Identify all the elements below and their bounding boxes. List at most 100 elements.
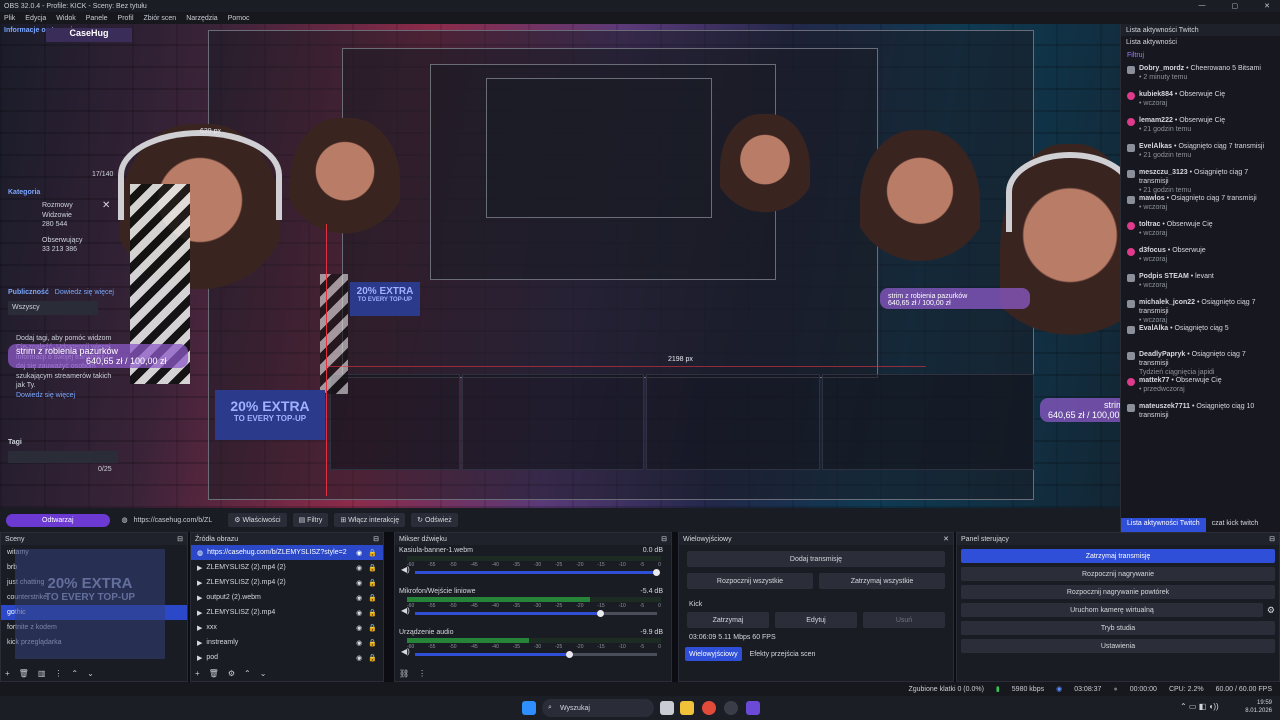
menu-docks[interactable]: Panele xyxy=(86,15,108,22)
dock-menu-icon[interactable]: ⊟ xyxy=(661,535,667,543)
gear-icon[interactable]: ⚙ xyxy=(1267,605,1275,616)
folder-icon[interactable] xyxy=(680,701,694,715)
lock-icon[interactable]: 🔒 xyxy=(368,654,377,662)
add-icon[interactable]: + xyxy=(195,669,200,678)
source-item[interactable]: ◍ https://casehug.com/b/ZLEMYSLISZ?style=… xyxy=(191,545,383,560)
lock-icon[interactable]: 🔒 xyxy=(368,639,377,647)
eye-icon[interactable]: ◉ xyxy=(356,624,362,632)
source-item[interactable]: ▶ instreamly ◉ 🔒 xyxy=(191,635,383,650)
eye-icon[interactable]: ◉ xyxy=(356,609,362,617)
menu-scene-collection[interactable]: Zbiór scen xyxy=(144,15,177,22)
task-view-icon[interactable] xyxy=(660,701,674,715)
activity-item[interactable]: Dobry_mordz • Cheerowano 5 Bitsami • 2 mi… xyxy=(1121,62,1280,88)
virtual-camera-button[interactable]: Uruchom kamerę wirtualną xyxy=(961,603,1263,617)
minimize-icon[interactable]: — xyxy=(1199,2,1206,10)
settings-button[interactable]: Ustawienia xyxy=(961,639,1275,653)
dock-menu-icon[interactable]: ⊟ xyxy=(177,535,183,543)
more-icon[interactable]: ⋮ xyxy=(54,669,62,678)
activity-item[interactable]: DeadlyPapryk • Osiągnięto ciąg 7 transmi… xyxy=(1121,348,1280,376)
lock-icon[interactable]: 🔒 xyxy=(368,624,377,632)
activity-item[interactable]: mattek77 • Obserwuje Cię • przedwczoraj xyxy=(1121,374,1280,400)
link-icon[interactable]: ⛓ xyxy=(399,669,409,678)
remove-button[interactable]: Usuń xyxy=(863,612,945,628)
eye-icon[interactable]: ◉ xyxy=(356,564,362,572)
source-item[interactable]: ▶ ZLEMYSLISZ (2).mp4 (2) ◉ 🔒 xyxy=(191,560,383,575)
menu-file[interactable]: Plik xyxy=(4,15,15,22)
properties-button[interactable]: ⚙ Właściwości xyxy=(228,513,287,527)
dock-menu-icon[interactable]: ⊟ xyxy=(1269,535,1275,543)
source-item[interactable]: ▶ ZLEMYSLISZ (2).mp4 (2) ◉ 🔒 xyxy=(191,575,383,590)
close-icon[interactable]: ✕ xyxy=(1264,2,1270,10)
source-item[interactable]: ▶ ZLEMYSLISZ (2).mp4 ◉ 🔒 xyxy=(191,605,383,620)
filters-button[interactable]: ▤ Filtry xyxy=(292,513,329,527)
add-icon[interactable]: + xyxy=(5,669,10,678)
preview-canvas[interactable]: 2198 px 639 px Informacje o streamie Cas… xyxy=(0,24,1120,508)
gear-icon[interactable]: ⚙ xyxy=(228,669,235,678)
more-icon[interactable]: ⋮ xyxy=(418,669,426,678)
activity-item[interactable]: toltrac • Obserwuje Cię • wczoraj xyxy=(1121,218,1280,244)
volume-slider[interactable] xyxy=(415,651,657,658)
activity-item[interactable]: d3focus • Obserwuje • wczoraj xyxy=(1121,244,1280,270)
stop-all-button[interactable]: Zatrzymaj wszystkie xyxy=(819,573,945,589)
menu-profile[interactable]: Profil xyxy=(118,15,134,22)
arrow-down-icon[interactable]: ⌄ xyxy=(260,669,267,678)
arrow-up-icon[interactable]: ⌃ xyxy=(71,669,78,678)
start-all-button[interactable]: Rozpocznij wszystkie xyxy=(687,573,813,589)
interact-button[interactable]: ⊞ Włącz interakcję xyxy=(334,513,406,527)
tab-transitions[interactable]: Efekty przejścia scen xyxy=(746,647,820,661)
activity-item[interactable]: meszczu_3123 • Osiągnięto ciąg 7 transmi… xyxy=(1121,166,1280,194)
eye-icon[interactable]: ◉ xyxy=(356,654,362,662)
activity-item[interactable]: Podpis STEAM • levant • wczoraj xyxy=(1121,270,1280,296)
trash-icon[interactable]: 🗑 xyxy=(19,669,29,678)
tab-multistream[interactable]: Wielowyjściowy xyxy=(685,647,742,661)
source-item[interactable]: ▶ xxx ◉ 🔒 xyxy=(191,620,383,635)
menu-help[interactable]: Pomoc xyxy=(228,15,250,22)
arrow-down-icon[interactable]: ⌄ xyxy=(87,669,94,678)
filter-button[interactable]: Filtruj xyxy=(1121,48,1280,62)
activity-item[interactable]: mawlos • Osiągnięto ciąg 7 transmisji • w… xyxy=(1121,192,1280,218)
arrow-up-icon[interactable]: ⌃ xyxy=(244,669,251,678)
speaker-icon[interactable]: ◀) xyxy=(401,565,410,574)
studio-mode-button[interactable]: Tryb studia xyxy=(961,621,1275,635)
lock-icon[interactable]: 🔒 xyxy=(368,609,377,617)
source-item[interactable]: ▶ output2 (2).webm ◉ 🔒 xyxy=(191,590,383,605)
chrome-icon[interactable] xyxy=(702,701,716,715)
volume-slider[interactable] xyxy=(415,610,657,617)
stop-button[interactable]: Zatrzymaj xyxy=(687,612,769,628)
lock-icon[interactable]: 🔒 xyxy=(368,594,377,602)
menu-view[interactable]: Widok xyxy=(56,15,75,22)
lock-icon[interactable]: 🔒 xyxy=(368,549,377,557)
lock-icon[interactable]: 🔒 xyxy=(368,564,377,572)
start-recording-button[interactable]: Rozpocznij nagrywanie xyxy=(961,567,1275,581)
stop-stream-button[interactable]: Zatrzymaj transmisję xyxy=(961,549,1275,563)
eye-icon[interactable]: ◉ xyxy=(356,639,362,647)
menu-edit[interactable]: Edycja xyxy=(25,15,46,22)
tab-twitch-activity[interactable]: Lista aktywności Twitch xyxy=(1121,518,1206,532)
source-item[interactable]: ▶ pod ◉ 🔒 xyxy=(191,650,383,665)
activity-item[interactable]: EvelAlkas • Osiągnięto ciąg 7 transmisji… xyxy=(1121,140,1280,166)
trash-icon[interactable]: 🗑 xyxy=(209,669,219,678)
close-icon[interactable]: ✕ xyxy=(943,535,949,543)
taskbar-search[interactable]: ⌕ Wyszukaj xyxy=(542,699,654,717)
tab-kick-chat[interactable]: czat kick twitch xyxy=(1206,518,1265,532)
activity-item[interactable]: lemam222 • Obserwuje Cię • 21 godzin temu xyxy=(1121,114,1280,140)
play-button[interactable]: Odtwarzaj xyxy=(6,513,110,527)
edit-button[interactable]: Edytuj xyxy=(775,612,857,628)
maximize-icon[interactable]: ▢ xyxy=(1232,2,1239,10)
start-replay-button[interactable]: Rozpocznij nagrywanie powtórek xyxy=(961,585,1275,599)
eye-icon[interactable]: ◉ xyxy=(356,594,362,602)
activity-item[interactable]: EvalAlka • Osiągnięto ciąg 5 xyxy=(1121,322,1280,348)
refresh-button[interactable]: ↻ Odśwież xyxy=(411,513,458,527)
obs-icon[interactable] xyxy=(724,701,738,715)
volume-slider[interactable] xyxy=(415,569,660,576)
filter-icon[interactable]: ▥ xyxy=(38,669,46,678)
speaker-icon[interactable]: ◀) xyxy=(401,647,410,656)
speaker-icon[interactable]: ◀) xyxy=(401,606,410,615)
eye-icon[interactable]: ◉ xyxy=(356,549,362,557)
activity-item[interactable]: michalek_jcon22 • Osiągnięto ciąg 7 tran… xyxy=(1121,296,1280,324)
lock-icon[interactable]: 🔒 xyxy=(368,579,377,587)
eye-icon[interactable]: ◉ xyxy=(356,579,362,587)
app-icon[interactable] xyxy=(746,701,760,715)
menu-tools[interactable]: Narzędzia xyxy=(186,15,218,22)
add-stream-button[interactable]: Dodaj transmisję xyxy=(687,551,945,567)
